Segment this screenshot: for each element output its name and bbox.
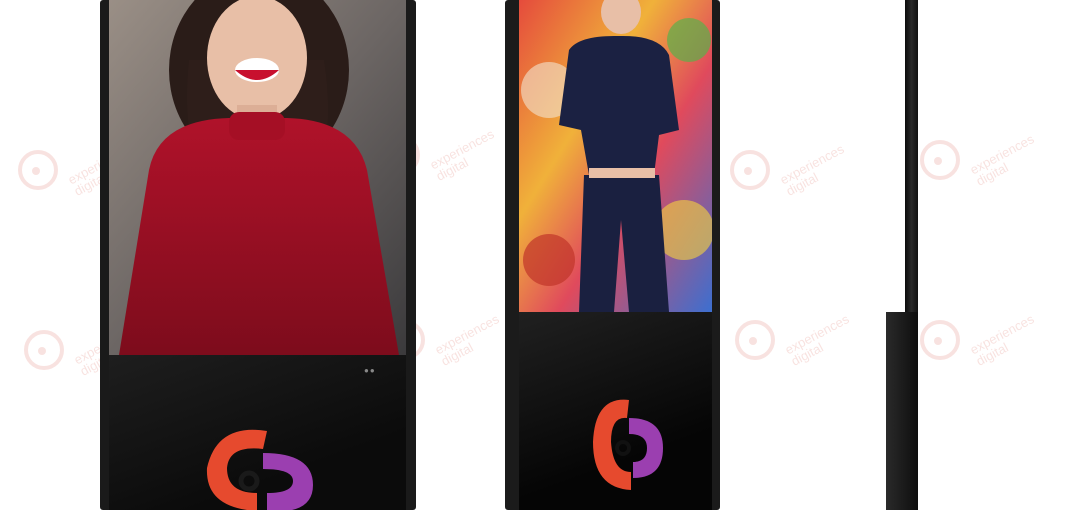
ed-logo-icon <box>206 429 313 510</box>
watermark: experiencesdigital <box>730 141 850 199</box>
watermark: experiencesdigital <box>920 131 1040 189</box>
ed-logo-icon <box>18 150 58 190</box>
ed-logo-icon <box>735 320 775 360</box>
kiosk-lower-panel <box>519 312 712 510</box>
kiosk-screen-photo <box>519 0 712 312</box>
ed-logo-icon <box>730 150 770 190</box>
watermark: experiencesdigital <box>735 311 855 369</box>
kiosk-front-right <box>505 0 720 510</box>
ed-logo-icon <box>24 330 64 370</box>
kiosk-lower-panel <box>109 355 406 510</box>
kiosk-screen-photo <box>109 0 406 355</box>
product-stage: experiencesdigital experiencesdigital ex… <box>0 0 1070 510</box>
photo-woman-red-top <box>109 0 406 355</box>
kiosk-side-view-base <box>886 312 918 510</box>
photo-woman-navy-outfit <box>519 0 712 312</box>
ed-logo-icon <box>920 140 960 180</box>
ed-logo-icon <box>920 320 960 360</box>
kiosk-front-left: ●● <box>100 0 416 510</box>
pager-dots: ●● <box>364 366 376 375</box>
watermark: experiencesdigital <box>920 311 1040 369</box>
ed-logo-icon <box>593 399 663 490</box>
